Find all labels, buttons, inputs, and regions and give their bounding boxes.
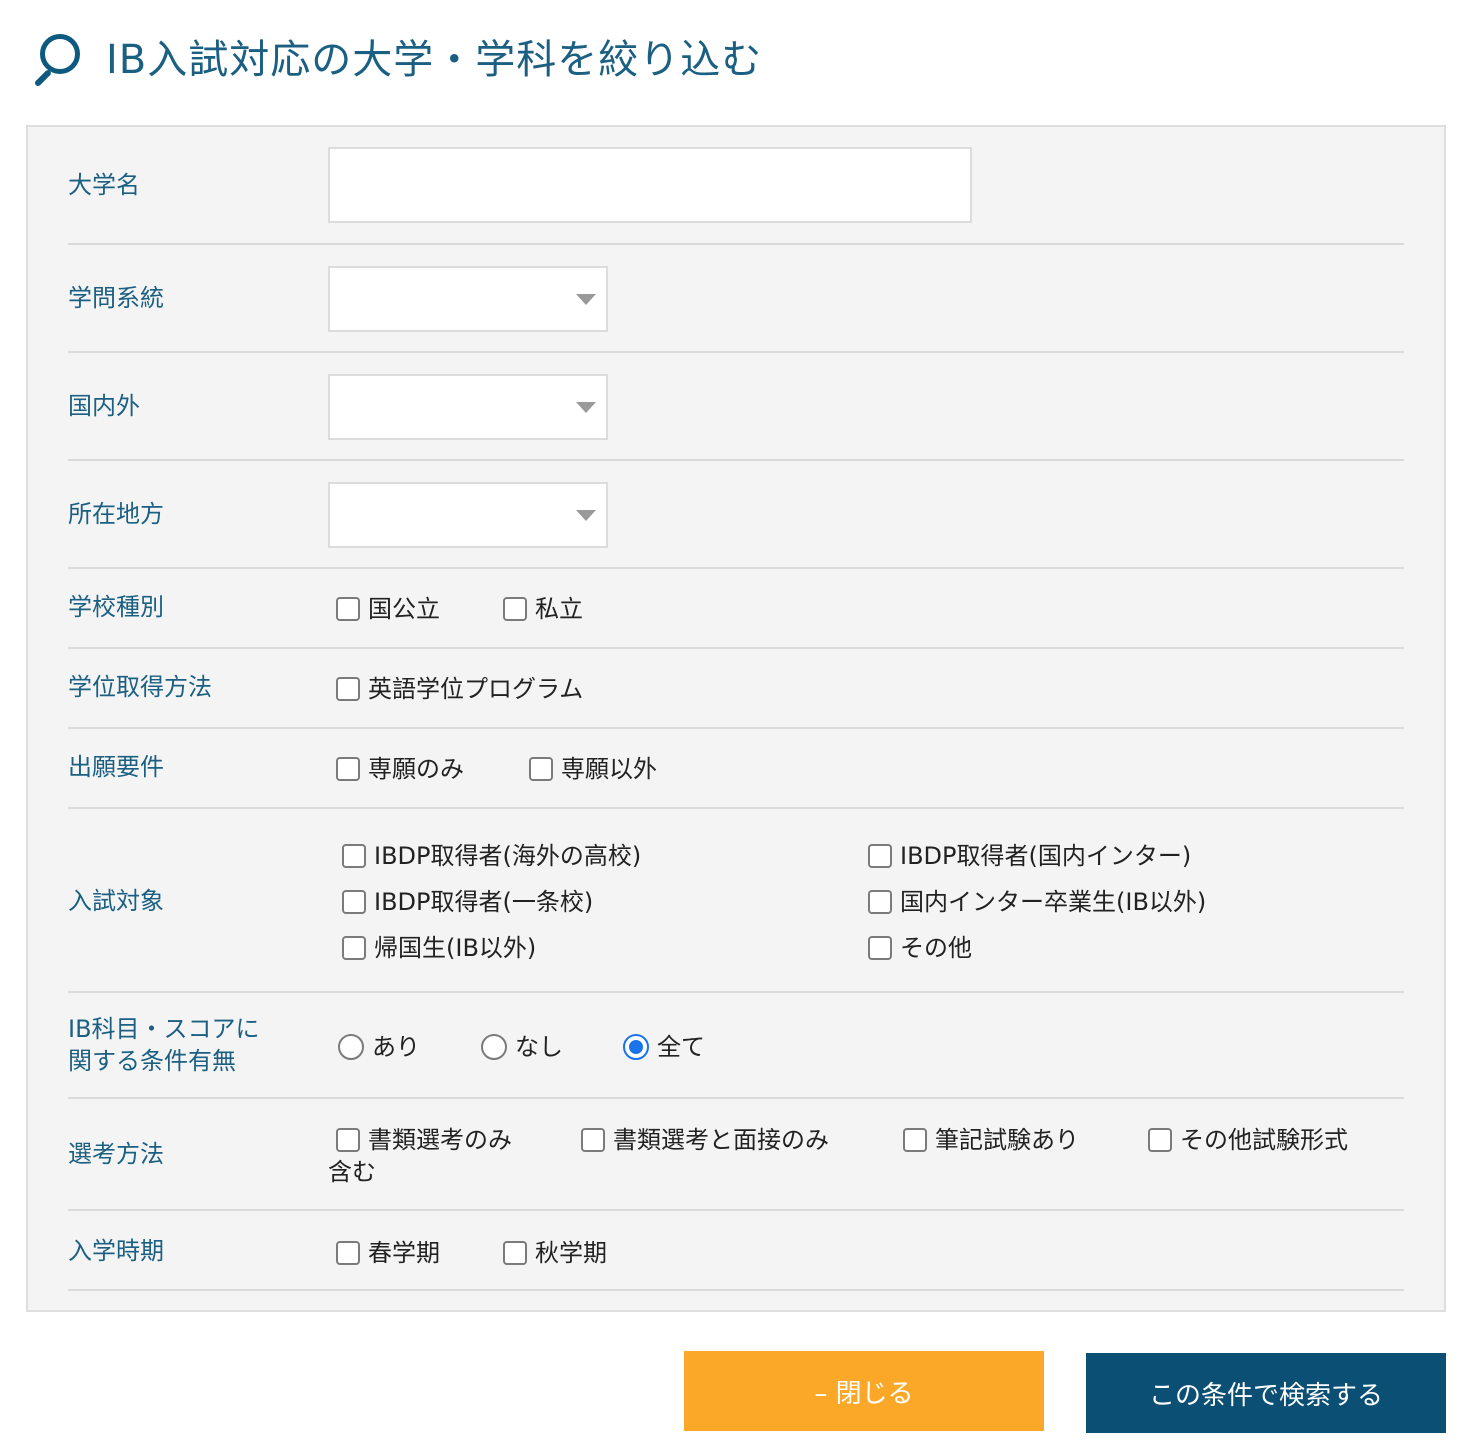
checkbox-public[interactable]: 国公立 [336, 594, 440, 624]
checkbox-ibdp-intl[interactable]: IBDP取得者(国内インター) [868, 841, 1191, 871]
selection-method-label: 選考方法 [68, 1140, 164, 1168]
checkbox-box[interactable] [581, 1128, 605, 1152]
checkbox-intl-grad[interactable]: 国内インター卒業生(IB以外) [868, 887, 1206, 917]
checkbox-docs-only[interactable]: 書類選考のみ [336, 1125, 512, 1155]
row-region: 所在地方 [68, 461, 1404, 569]
checkbox-box[interactable] [868, 936, 892, 960]
domestic-overseas-select[interactable] [328, 374, 608, 440]
exam-target-label: 入試対象 [68, 887, 164, 915]
row-academic-field: 学問系統 [68, 245, 1404, 353]
region-select[interactable] [328, 482, 608, 548]
academic-field-label: 学問系統 [68, 284, 164, 312]
checkbox-box[interactable] [336, 1128, 360, 1152]
checkbox-label: その他 [900, 934, 972, 962]
radio-label: あり [372, 1033, 420, 1061]
radio-circle[interactable] [481, 1034, 507, 1060]
checkbox-label: IBDP取得者(海外の高校) [374, 842, 642, 870]
radio-label: なし [515, 1033, 563, 1061]
checkbox-ibdp-ichijo[interactable]: IBDP取得者(一条校) [342, 887, 593, 917]
checkbox-exclusive-only[interactable]: 専願のみ [336, 754, 464, 784]
radio-circle[interactable] [338, 1034, 364, 1060]
row-selection-method: 選考方法 書類選考のみ 書類選考と面接のみ 筆記試験あり その他試験形式 含む [68, 1099, 1404, 1211]
checkbox-box[interactable] [903, 1128, 927, 1152]
row-university-name: 大学名 [68, 127, 1404, 245]
checkbox-label: その他試験形式 [1180, 1126, 1348, 1154]
checkbox-box[interactable] [336, 597, 360, 621]
filter-form: 大学名 学問系統 国内外 所在地方 学校種別 国公立 私立 学位取得方法 英語学… [26, 125, 1446, 1312]
checkbox-label: 筆記試験あり [935, 1126, 1079, 1154]
checkbox-box[interactable] [1148, 1128, 1172, 1152]
enrollment-period-label: 入学時期 [68, 1237, 164, 1265]
checkbox-non-exclusive[interactable]: 専願以外 [529, 754, 657, 784]
degree-method-label: 学位取得方法 [68, 673, 212, 701]
checkbox-box[interactable] [336, 677, 360, 701]
ib-condition-label-1: IB科目・スコアに [68, 1015, 260, 1043]
checkbox-label: 英語学位プログラム [368, 675, 584, 703]
checkbox-box[interactable] [342, 936, 366, 960]
checkbox-label: 秋学期 [535, 1239, 607, 1267]
checkbox-label: 書類選考と面接のみ [613, 1126, 829, 1154]
checkbox-private[interactable]: 私立 [503, 594, 583, 624]
search-button[interactable]: この条件で検索する [1086, 1353, 1446, 1433]
row-school-type: 学校種別 国公立 私立 [68, 569, 1404, 649]
checkbox-label: IBDP取得者(一条校) [374, 888, 594, 916]
checkbox-label: 書類選考のみ [368, 1126, 512, 1154]
checkbox-box[interactable] [342, 890, 366, 914]
wrap-text: 含む [328, 1158, 376, 1186]
row-degree-method: 学位取得方法 英語学位プログラム [68, 649, 1404, 729]
search-icon [28, 28, 84, 88]
chevron-down-icon [576, 294, 596, 305]
university-name-input[interactable] [328, 147, 972, 223]
checkbox-box[interactable] [503, 597, 527, 621]
region-label: 所在地方 [68, 500, 164, 528]
checkbox-label: 専願以外 [561, 755, 657, 783]
radio-all[interactable]: 全て [623, 1032, 705, 1062]
chevron-down-icon [576, 402, 596, 413]
checkbox-english-degree[interactable]: 英語学位プログラム [336, 674, 583, 704]
school-type-label: 学校種別 [68, 593, 164, 621]
checkbox-ibdp-overseas[interactable]: IBDP取得者(海外の高校) [342, 841, 641, 871]
checkbox-label: 国公立 [368, 595, 440, 623]
checkbox-returnee[interactable]: 帰国生(IB以外) [342, 933, 536, 963]
row-application-req: 出願要件 専願のみ 専願以外 [68, 729, 1404, 809]
checkbox-other[interactable]: その他 [868, 933, 972, 963]
checkbox-label: IBDP取得者(国内インター) [900, 842, 1192, 870]
checkbox-box[interactable] [336, 1241, 360, 1265]
application-req-label: 出願要件 [68, 753, 164, 781]
checkbox-label: 私立 [535, 595, 583, 623]
checkbox-written-exam[interactable]: 筆記試験あり [903, 1125, 1079, 1155]
checkbox-spring[interactable]: 春学期 [336, 1238, 440, 1268]
ib-condition-label-2: 関する条件有無 [68, 1047, 236, 1075]
row-domestic-overseas: 国内外 [68, 353, 1404, 461]
checkbox-label: 国内インター卒業生(IB以外) [900, 888, 1207, 916]
checkbox-label: 専願のみ [368, 755, 464, 783]
page-header: IB入試対応の大学・学科を絞り込む [28, 26, 763, 88]
checkbox-other-exam[interactable]: その他試験形式 [1148, 1125, 1348, 1155]
checkbox-docs-interview[interactable]: 書類選考と面接のみ [581, 1125, 829, 1155]
radio-label: 全て [657, 1033, 705, 1061]
checkbox-fall[interactable]: 秋学期 [503, 1238, 607, 1268]
radio-yes[interactable]: あり [338, 1032, 420, 1062]
radio-circle-selected[interactable] [623, 1034, 649, 1060]
checkbox-label: 春学期 [368, 1239, 440, 1267]
university-name-label: 大学名 [68, 171, 140, 199]
checkbox-label: 帰国生(IB以外) [374, 934, 537, 962]
domestic-overseas-label: 国内外 [68, 392, 140, 420]
row-ib-condition: IB科目・スコアに 関する条件有無 あり なし 全て [68, 993, 1404, 1099]
checkbox-box[interactable] [868, 890, 892, 914]
checkbox-box[interactable] [336, 757, 360, 781]
checkbox-box[interactable] [529, 757, 553, 781]
chevron-down-icon [576, 510, 596, 521]
checkbox-box[interactable] [503, 1241, 527, 1265]
row-exam-target: 入試対象 IBDP取得者(海外の高校) IBDP取得者(国内インター) IBDP… [68, 809, 1404, 993]
academic-field-select[interactable] [328, 266, 608, 332]
checkbox-box[interactable] [868, 844, 892, 868]
row-enrollment-period: 入学時期 春学期 秋学期 [68, 1211, 1404, 1291]
radio-no[interactable]: なし [481, 1032, 563, 1062]
checkbox-box[interactable] [342, 844, 366, 868]
close-button[interactable]: – 閉じる [684, 1351, 1044, 1431]
page-title: IB入試対応の大学・学科を絞り込む [106, 37, 763, 83]
